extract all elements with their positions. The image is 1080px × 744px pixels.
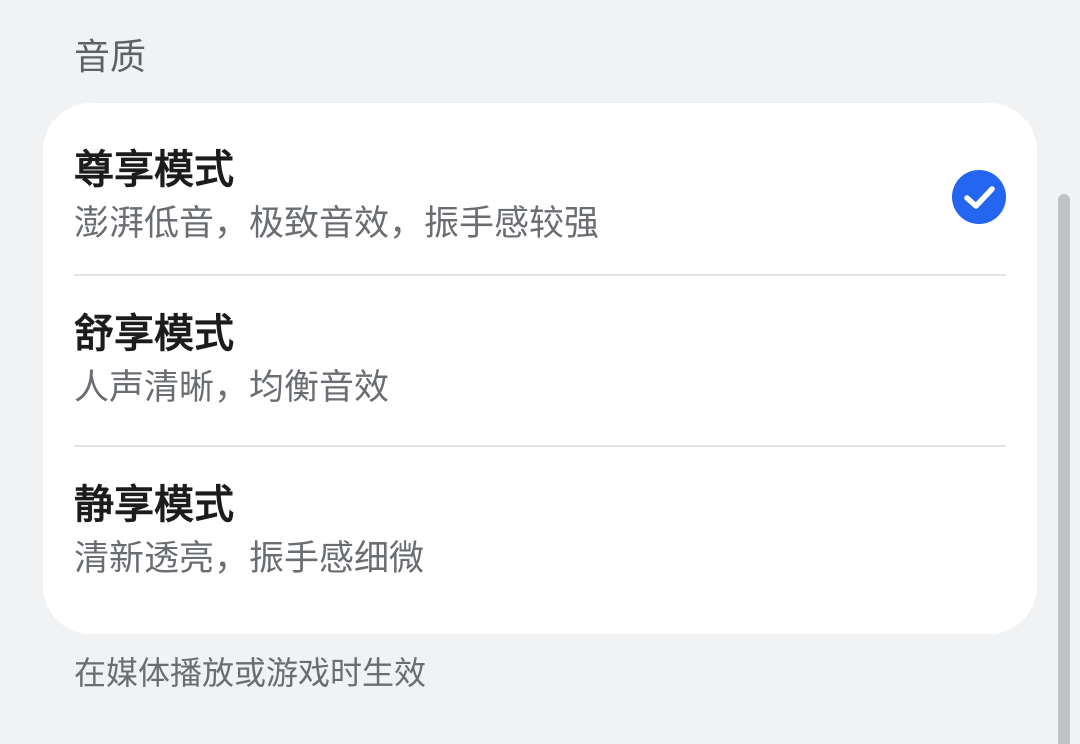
option-description: 澎湃低音，极致音效，振手感较强: [74, 204, 600, 244]
option-title: 静享模式: [74, 482, 234, 528]
option-description: 清新透亮，振手感细微: [74, 539, 425, 579]
sound-quality-screen: 音质 尊享模式 澎湃低音，极致音效，振手感较强 舒享模式 人声清晰，均衡音效 静…: [0, 0, 1080, 744]
option-title: 舒享模式: [74, 311, 234, 357]
check-circle-icon: [952, 170, 1006, 224]
section-title: 音质: [74, 37, 147, 78]
option-title: 尊享模式: [74, 147, 234, 193]
mode-options-card: 尊享模式 澎湃低音，极致音效，振手感较强 舒享模式 人声清晰，均衡音效 静享模式…: [43, 103, 1037, 634]
scrollbar[interactable]: [1058, 194, 1070, 744]
option-quiet-mode[interactable]: 静享模式 清新透亮，振手感细微: [74, 445, 1006, 616]
option-description: 人声清晰，均衡音效: [74, 368, 390, 408]
footer-note: 在媒体播放或游戏时生效: [74, 654, 427, 692]
option-comfort-mode[interactable]: 舒享模式 人声清晰，均衡音效: [74, 274, 1006, 445]
option-premium-mode[interactable]: 尊享模式 澎湃低音，极致音效，振手感较强: [74, 103, 1006, 274]
